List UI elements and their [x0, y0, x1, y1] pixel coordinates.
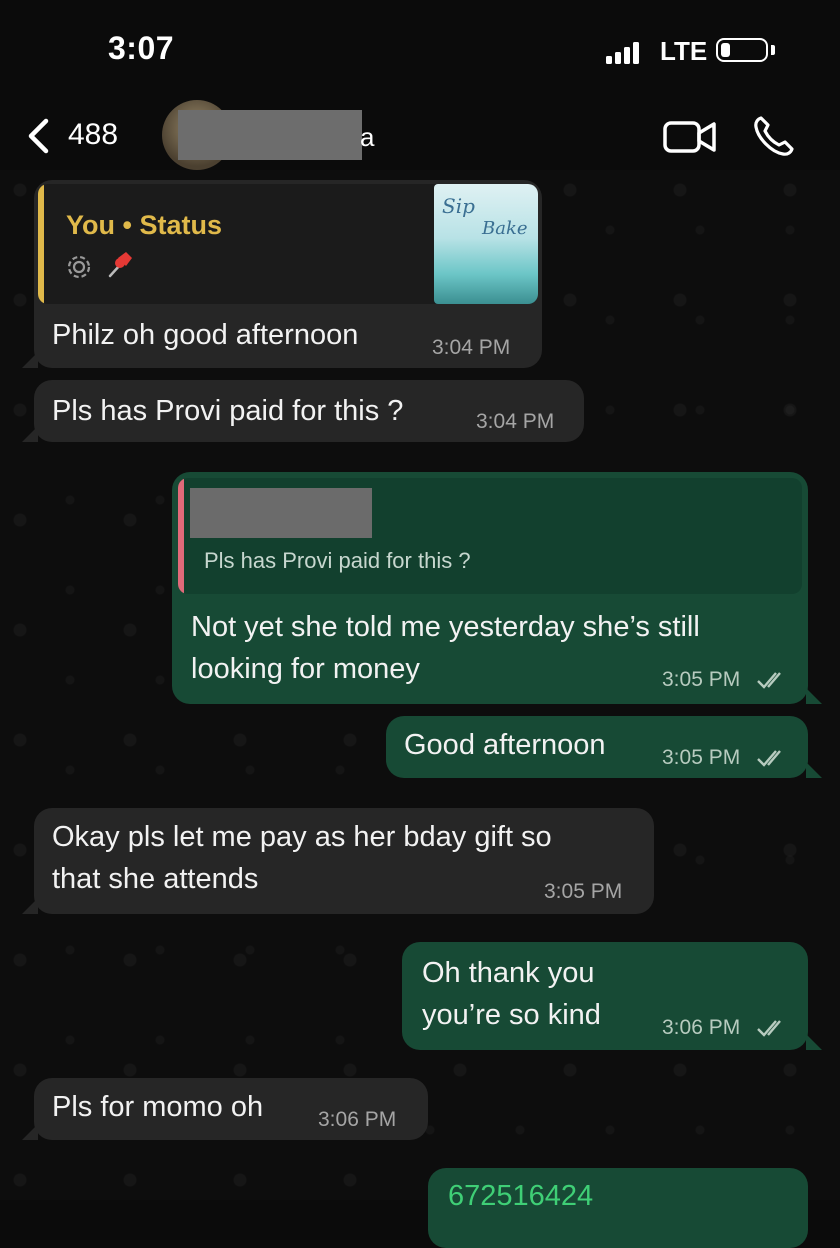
- quoted-message-text: Pls has Provi paid for this ?: [204, 548, 471, 573]
- phone-number-link[interactable]: 672516424: [448, 1180, 593, 1213]
- network-label: LTE: [660, 36, 708, 66]
- message-time: 3:06 PM: [318, 1108, 397, 1131]
- message-text: Pls has Provi paid for this ?: [52, 395, 404, 427]
- message-time: 3:06 PM: [662, 1016, 741, 1039]
- message-time: 3:05 PM: [544, 880, 623, 903]
- double-check-icon: [757, 1020, 781, 1037]
- bubble-tail: [806, 1034, 822, 1050]
- bubble-tail: [22, 426, 38, 442]
- chat-header: 488 a: [0, 100, 840, 172]
- message-text: Pls for momo oh: [52, 1091, 264, 1123]
- quoted-status-title: You • Status: [66, 210, 222, 240]
- video-call-icon[interactable]: [662, 118, 718, 156]
- pin-icon: [108, 252, 132, 278]
- message-time: 3:05 PM: [662, 746, 741, 769]
- contact-name-suffix: a: [360, 122, 375, 152]
- quoted-status[interactable]: You • Status Sip Bake: [38, 184, 538, 304]
- message-time: 3:05 PM: [662, 668, 741, 691]
- clock: 3:07: [108, 30, 175, 66]
- battery-icon: [716, 38, 768, 62]
- status-icon: [67, 255, 91, 279]
- bubble-tail: [22, 352, 38, 368]
- bubble-tail: [806, 762, 822, 778]
- back-unread-count[interactable]: 488: [68, 118, 118, 152]
- message-time: 3:04 PM: [476, 410, 555, 433]
- battery-tip: [771, 45, 775, 55]
- quoted-message[interactable]: Pls has Provi paid for this ?: [178, 478, 802, 594]
- bubble-tail: [22, 898, 38, 914]
- message-text: Okay pls let me pay as her bday gift so …: [52, 821, 552, 895]
- back-chevron-icon[interactable]: [26, 118, 60, 154]
- message-bubble-incoming[interactable]: Pls for momo oh 3:06 PM: [34, 1078, 428, 1140]
- double-check-icon: [757, 672, 781, 689]
- quoted-sender-redacted: [190, 488, 372, 538]
- contact-name-redacted[interactable]: [178, 110, 362, 160]
- message-time: 3:04 PM: [432, 336, 511, 359]
- voice-call-icon[interactable]: [752, 114, 796, 158]
- message-bubble-outgoing[interactable]: Good afternoon 3:05 PM: [386, 716, 808, 778]
- quote-accent-bar: [178, 478, 184, 594]
- quote-accent-bar: [38, 184, 44, 304]
- status-thumbnail[interactable]: Sip Bake: [434, 184, 538, 304]
- status-bar: 3:07 LTE: [0, 0, 840, 100]
- message-bubble-incoming[interactable]: Okay pls let me pay as her bday gift so …: [34, 808, 654, 914]
- message-bubble-outgoing[interactable]: Pls has Provi paid for this ? Not yet sh…: [172, 472, 808, 704]
- message-bubble-outgoing[interactable]: 672516424: [428, 1168, 808, 1248]
- signal-icon: [606, 40, 646, 64]
- double-check-icon: [757, 750, 781, 767]
- message-text: Good afternoon: [404, 729, 606, 761]
- message-bubble-outgoing[interactable]: Oh thank you you’re so kind 3:06 PM: [402, 942, 808, 1050]
- thumbnail-title: Sip: [442, 194, 475, 218]
- message-text: Oh thank you you’re so kind: [422, 957, 601, 1031]
- thumbnail-subtitle: Bake: [482, 218, 528, 239]
- bubble-tail: [806, 688, 822, 704]
- bubble-tail: [22, 1124, 38, 1140]
- message-bubble-incoming[interactable]: Pls has Provi paid for this ? 3:04 PM: [34, 380, 584, 442]
- message-text: Not yet she told me yesterday she’s stil…: [191, 611, 700, 685]
- message-bubble-incoming[interactable]: You • Status Sip Bake Philz oh good afte…: [34, 180, 542, 368]
- message-text: Philz oh good afternoon: [52, 319, 359, 351]
